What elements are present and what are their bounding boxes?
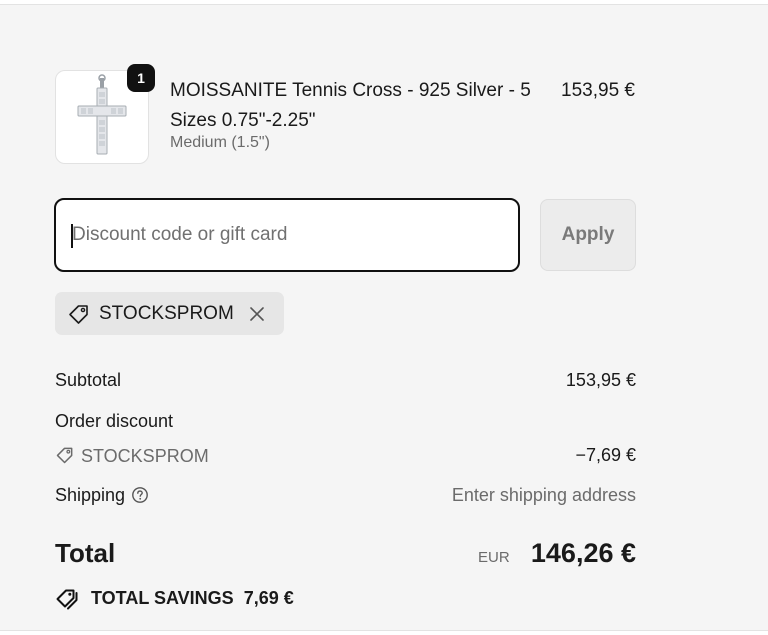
quantity-badge: 1 <box>127 64 155 92</box>
subtotal-row: Subtotal 153,95 € <box>55 370 636 391</box>
total-currency: EUR <box>478 549 510 566</box>
discount-value: −7,69 € <box>575 445 636 465</box>
shipping-row: Shipping Enter shipping address <box>55 485 636 506</box>
tags-icon <box>56 589 78 610</box>
savings-value: 7,69 € <box>243 587 294 608</box>
apply-button[interactable]: Apply <box>540 199 636 271</box>
total-label: Total <box>55 538 116 568</box>
tag-icon <box>69 304 88 324</box>
shipping-label: Shipping <box>55 485 126 505</box>
applied-discount-chip: STOCKSPROM <box>55 292 284 335</box>
top-divider <box>0 0 768 5</box>
discount-code-text: STOCKSPROM <box>81 446 209 466</box>
applied-discount-code: STOCKSPROM <box>99 302 234 324</box>
discount-code-input[interactable] <box>54 198 520 272</box>
order-discount-label: Order discount <box>55 411 174 431</box>
shipping-value: Enter shipping address <box>451 485 636 505</box>
subtotal-value: 153,95 € <box>565 370 636 390</box>
cross-pendant-image <box>77 74 127 155</box>
savings-label: TOTAL SAVINGS <box>91 587 234 608</box>
product-price: 153,95 € <box>561 80 635 101</box>
text-caret <box>71 224 73 248</box>
discount-code-row: STOCKSPROM −7,69 € <box>55 445 636 467</box>
tag-icon <box>56 447 73 464</box>
help-icon[interactable] <box>131 486 149 504</box>
subtotal-label: Subtotal <box>55 370 122 390</box>
product-variant: Medium (1.5") <box>170 134 270 151</box>
bottom-divider <box>0 630 768 635</box>
cart-line-item: 1 MOISSANITE Tennis Cross - 925 Silver -… <box>55 64 635 165</box>
order-discount-row: Order discount <box>55 411 636 432</box>
total-savings: TOTAL SAVINGS 7,69 € <box>55 586 294 610</box>
remove-discount-icon[interactable] <box>248 305 266 323</box>
product-title: MOISSANITE Tennis Cross - 925 Silver - 5… <box>170 80 531 131</box>
total-value: 146,26 € <box>530 538 636 568</box>
